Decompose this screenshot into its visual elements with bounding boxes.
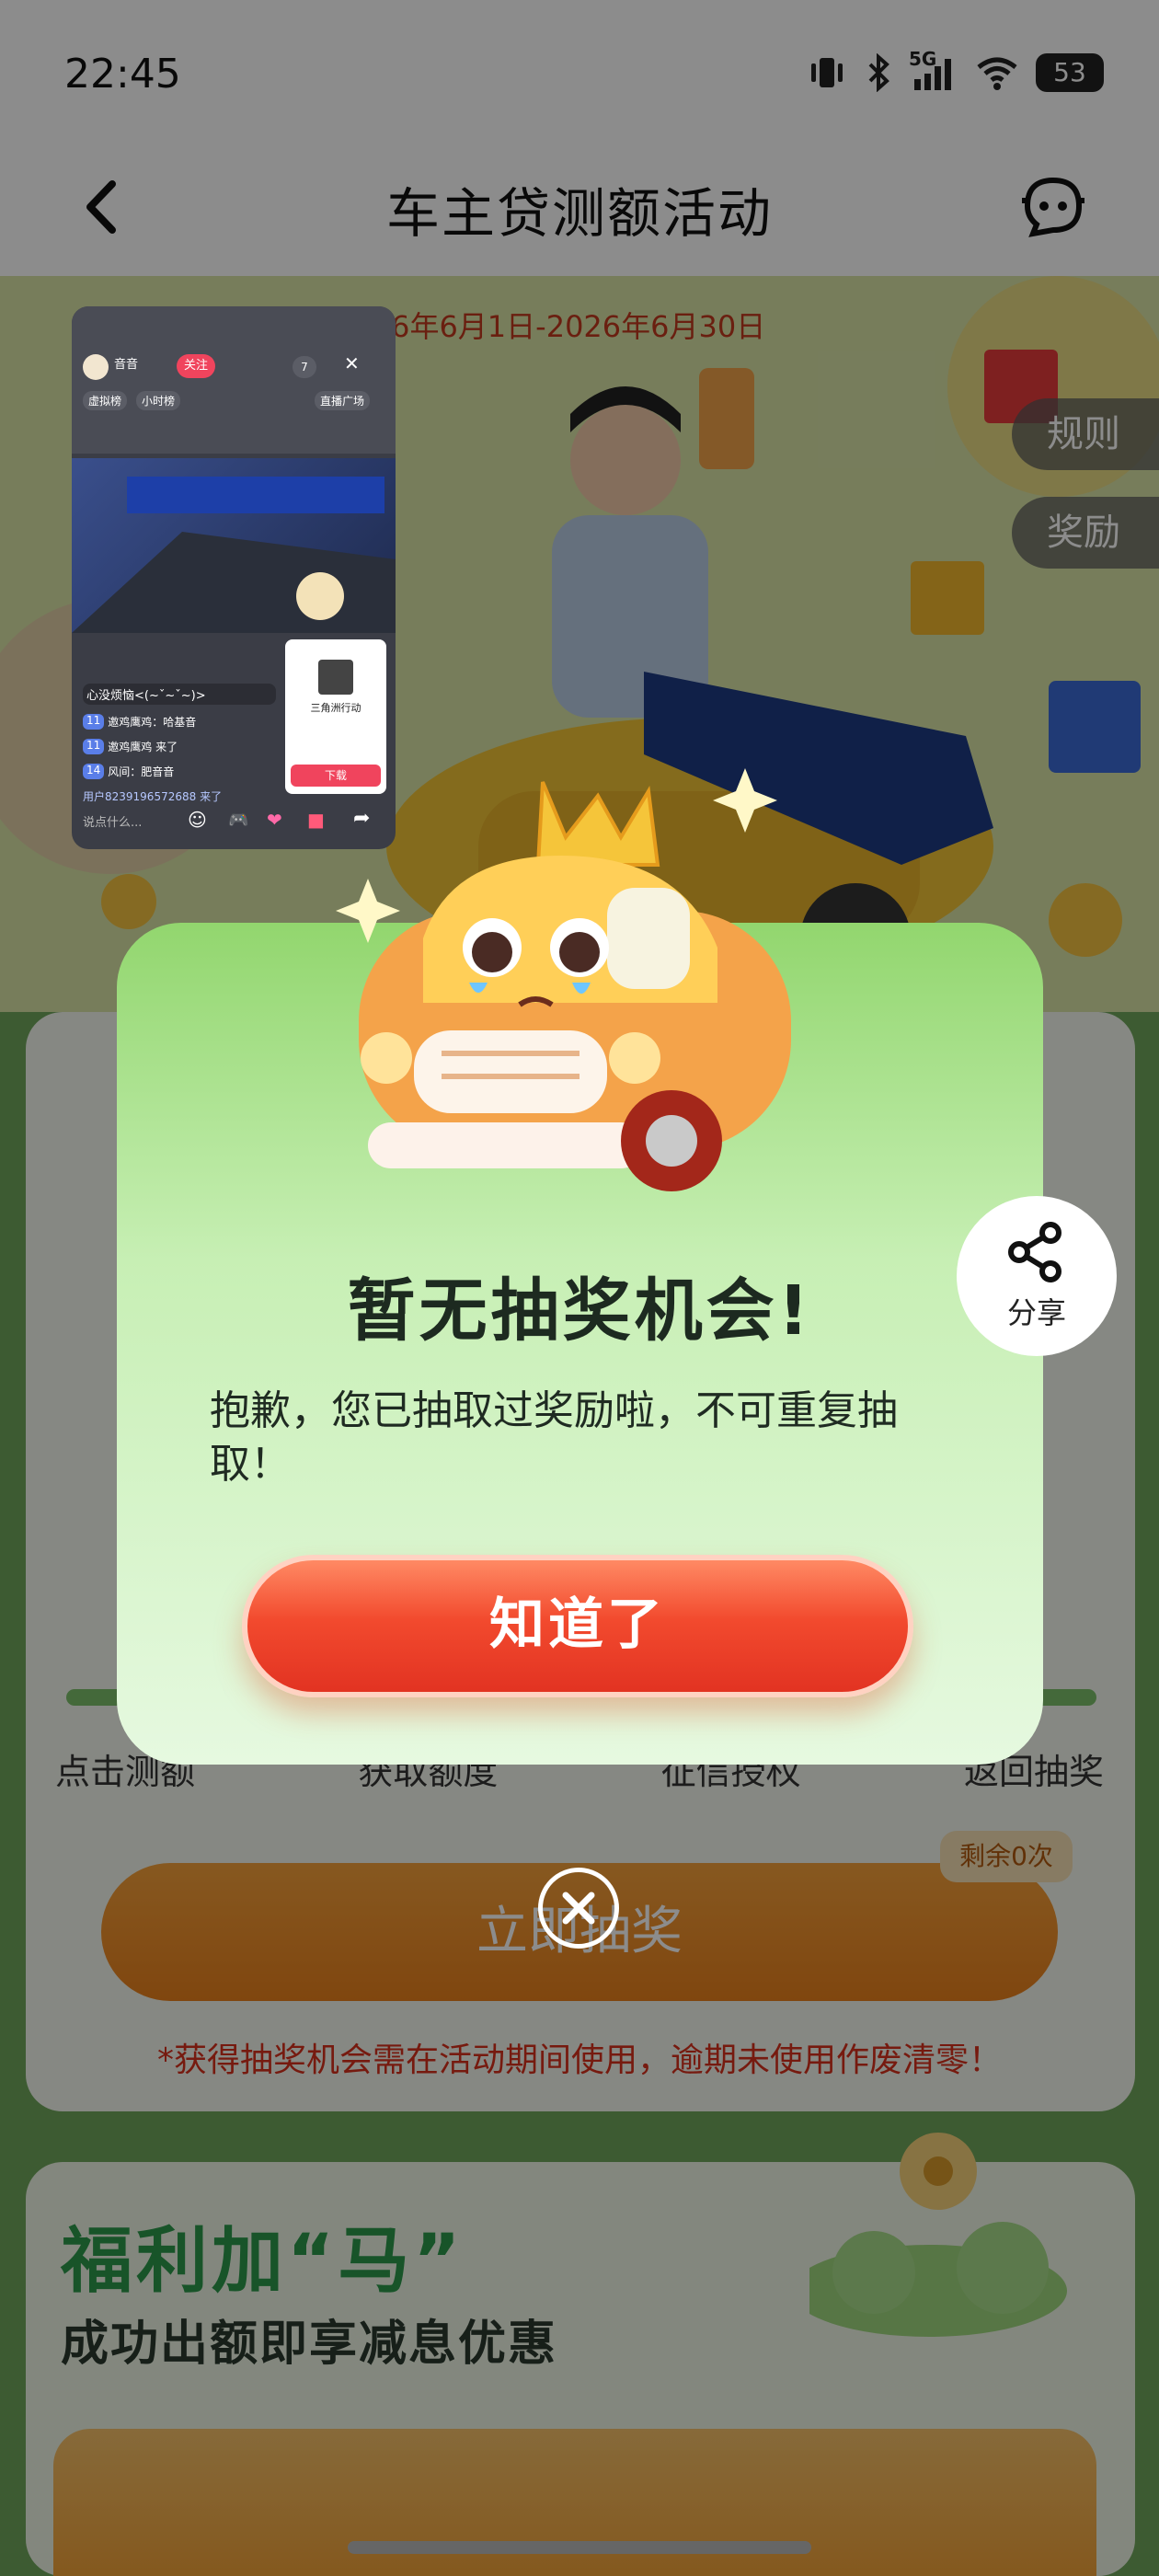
pip-close-icon[interactable]: ✕ <box>344 352 360 374</box>
pip-host-name: 音音 <box>114 358 139 372</box>
pip-comment: 邀鸡鹰鸡 来了 <box>108 741 178 753</box>
pip-level-badge: 14 <box>83 764 105 779</box>
pip-heart-icon[interactable]: ❤ <box>267 809 282 831</box>
pip-level-badge: 11 <box>83 739 105 754</box>
pip-plaza-link[interactable]: 直播广场 <box>315 391 371 410</box>
share-button[interactable]: 分享 <box>957 1196 1117 1356</box>
dialog-message: 抱歉，您已抽取过奖励啦，不可重复抽取！ <box>210 1387 898 1488</box>
pip-emoji-icon[interactable]: ☺ <box>188 809 207 831</box>
dialog-close-button[interactable] <box>538 1868 619 1949</box>
pip-comment-input[interactable]: 说点什么... <box>83 812 142 830</box>
dialog-ok-button[interactable]: 知道了 <box>242 1555 913 1697</box>
close-icon <box>562 1892 595 1925</box>
pip-ad-thumbnail <box>318 660 353 695</box>
pip-comment: 用户8239196572688 来了 <box>83 790 223 803</box>
pip-tag-1[interactable]: 虚拟榜 <box>83 391 128 410</box>
pip-game-icon[interactable]: 🎮 <box>228 811 248 830</box>
pip-comment: 邀鸡鹰鸡：哈基音 <box>108 716 197 729</box>
share-icon <box>1008 1222 1061 1282</box>
pip-gift-icon[interactable]: ■ <box>307 809 325 831</box>
share-label: 分享 <box>1006 1295 1066 1330</box>
pip-level-badge: 11 <box>83 714 105 730</box>
pip-tag-2[interactable]: 小时榜 <box>136 391 181 410</box>
pip-video <box>72 458 396 633</box>
pip-comment: 风间：肥音音 <box>108 765 175 778</box>
pip-follow-button[interactable]: 关注 <box>177 354 215 378</box>
pip-host-avatar <box>83 354 109 380</box>
pip-viewer-count: 7 <box>293 356 316 378</box>
pip-ad-title: 三角洲行动 <box>310 702 361 714</box>
dialog-title: 暂无抽奖机会! <box>347 1271 813 1351</box>
pip-comment: 心没烦恼<(~ˇ~ˇ~)> <box>83 684 276 705</box>
sad-car-mascot-icon <box>336 768 791 1191</box>
